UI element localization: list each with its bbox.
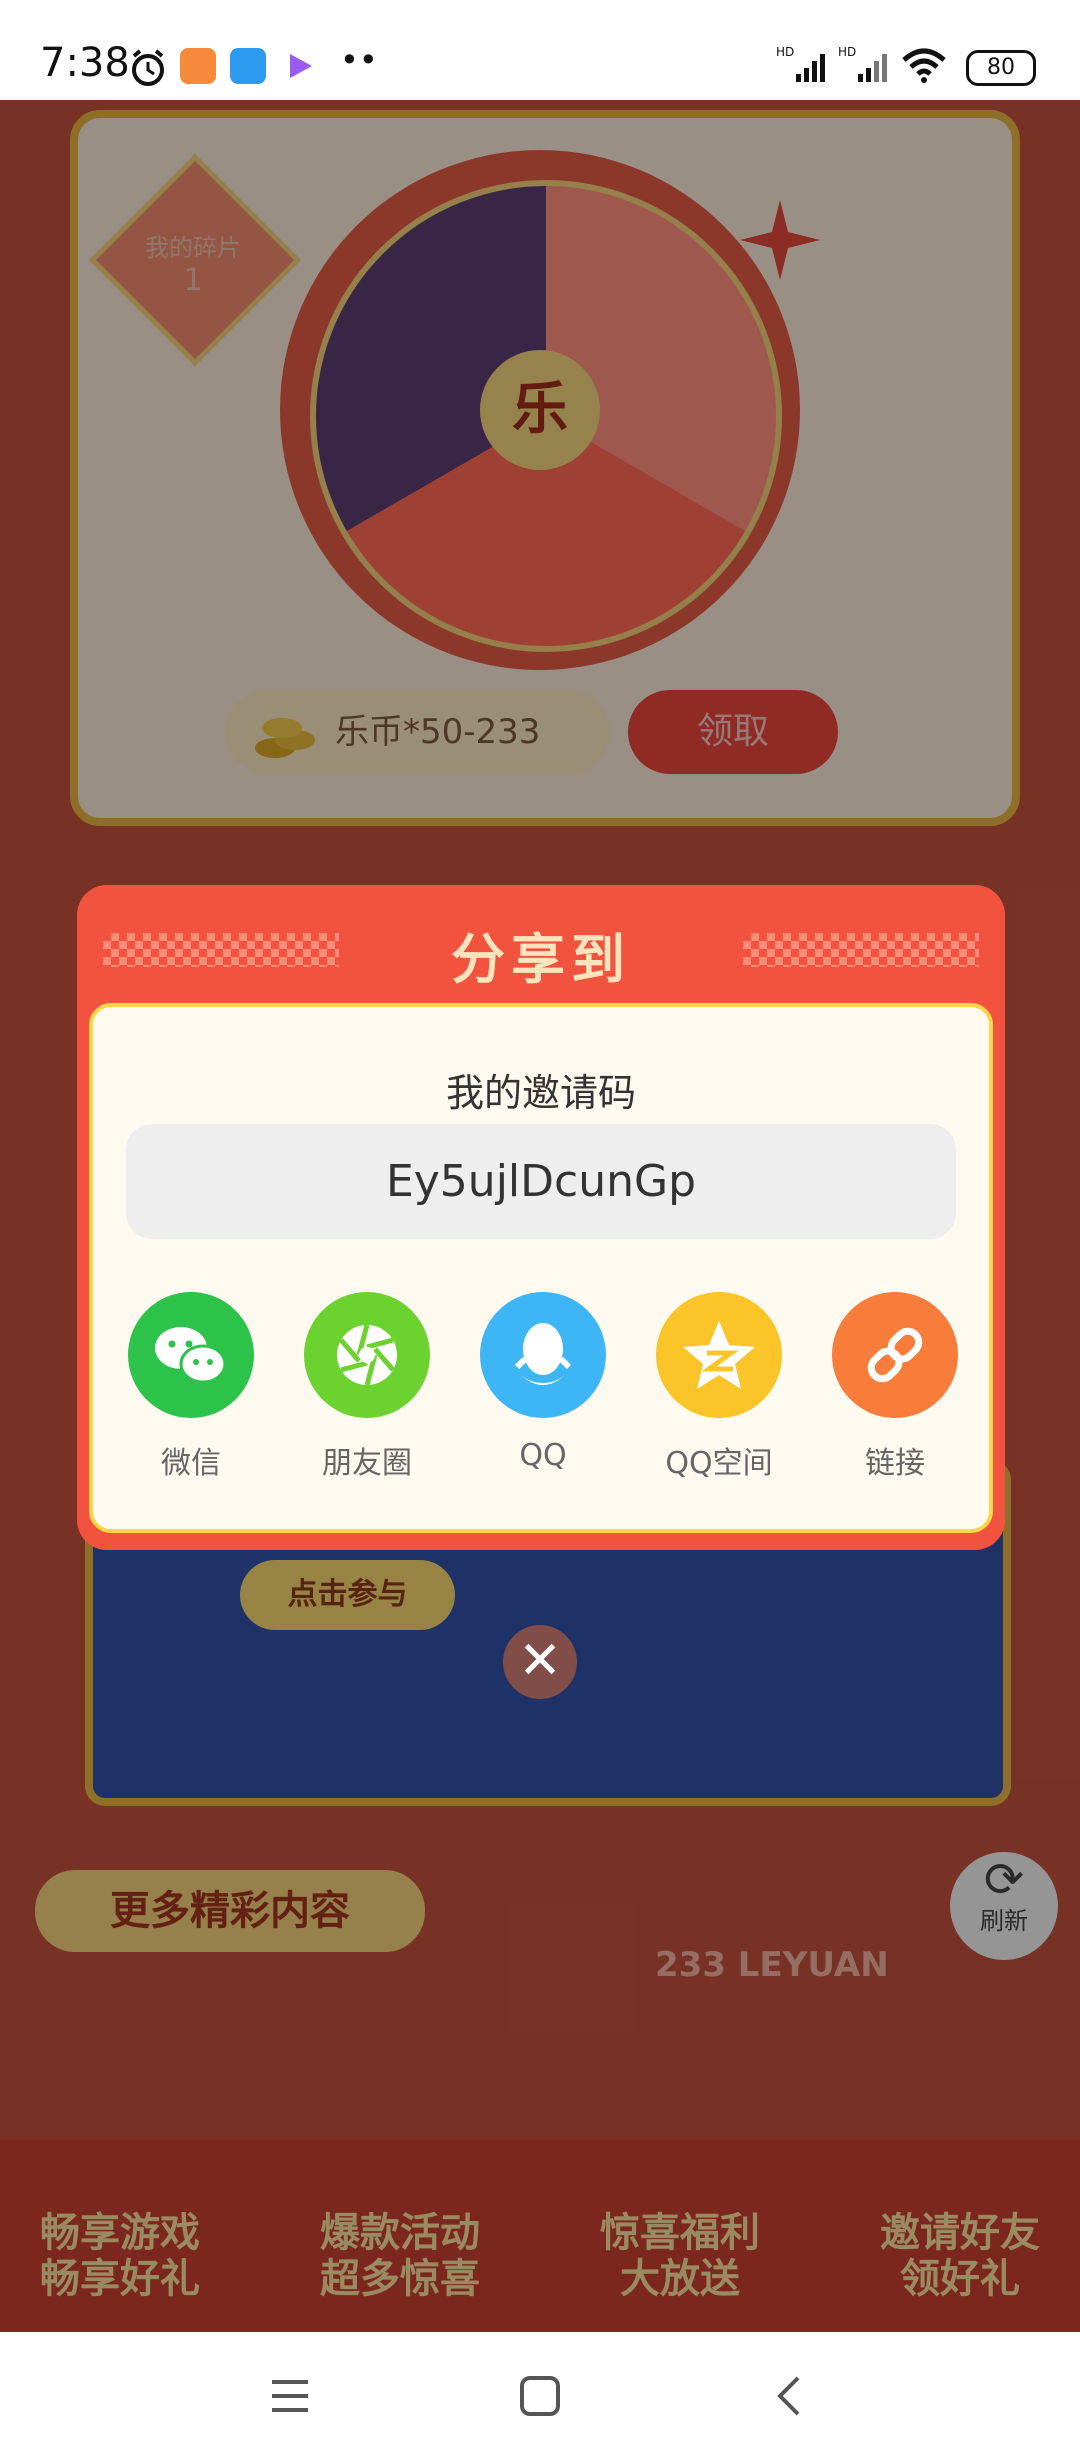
wifi-icon (902, 48, 946, 83)
notification-app-icon-3 (290, 54, 312, 78)
back-icon[interactable] (768, 2374, 812, 2418)
signal-icon-2: HD (838, 45, 887, 82)
share-label: 微信 (161, 1446, 221, 1481)
alarm-icon (132, 49, 164, 86)
invite-code-label: 我的邀请码 (445, 1071, 636, 1115)
wechat-icon (128, 1292, 254, 1418)
share-qzone-button[interactable]: QQ空间 (649, 1292, 789, 1482)
system-nav-bar (0, 2332, 1080, 2460)
svg-text:HD: HD (838, 45, 856, 59)
close-dialog-button[interactable]: ✕ (503, 1625, 577, 1699)
share-qq-button[interactable]: QQ (473, 1292, 613, 1473)
share-wechat-button[interactable]: 微信 (121, 1292, 261, 1482)
battery-indicator: 80 (966, 50, 1036, 86)
close-icon: ✕ (518, 1631, 562, 1691)
invite-code-box[interactable]: Ey5ujlDcunGp (126, 1124, 956, 1239)
dialog-title: 分享到 (451, 928, 631, 991)
more-notifications-icon: •• (340, 41, 378, 79)
status-time: 7:38 (40, 40, 130, 86)
link-icon (832, 1292, 958, 1418)
share-moments-button[interactable]: 朋友圈 (297, 1292, 437, 1482)
notification-app-icon-2 (230, 48, 266, 84)
share-label: QQ空间 (665, 1446, 773, 1481)
share-link-button[interactable]: 链接 (825, 1292, 965, 1482)
status-bar: 7:38 •• HD HD 80 (0, 0, 1080, 100)
share-label: 朋友圈 (322, 1446, 412, 1481)
dialog-body: 我的邀请码 Ey5ujlDcunGp 微信 朋友圈 QQ QQ空间 链接 (89, 1003, 993, 1533)
qq-icon (480, 1292, 606, 1418)
qzone-icon (656, 1292, 782, 1418)
signal-icon-1: HD (776, 45, 825, 82)
home-icon[interactable] (518, 2374, 562, 2418)
share-label: 链接 (865, 1446, 925, 1481)
svg-text:HD: HD (776, 45, 794, 59)
menu-icon[interactable] (268, 2374, 312, 2418)
moments-icon (304, 1292, 430, 1418)
notification-app-icon-1 (180, 48, 216, 84)
share-label: QQ (519, 1438, 567, 1473)
share-dialog: 分享到 我的邀请码 Ey5ujlDcunGp 微信 朋友圈 QQ QQ空间 链接 (77, 885, 1005, 1550)
